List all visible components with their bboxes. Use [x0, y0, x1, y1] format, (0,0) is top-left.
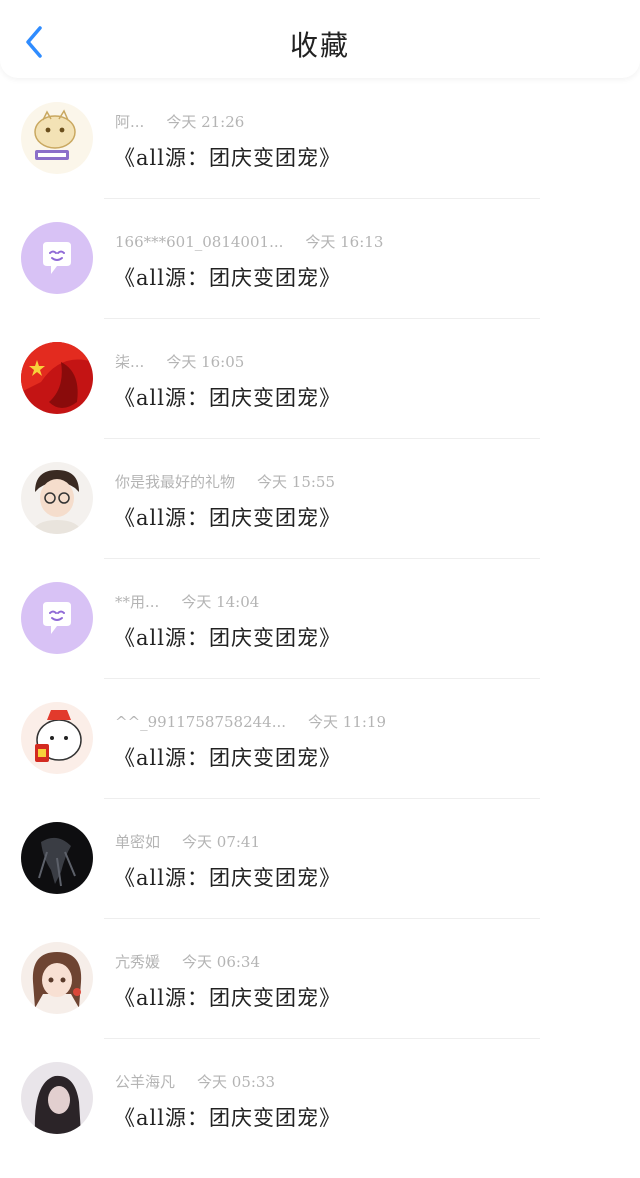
user-name: 166***601_0814001...	[115, 233, 284, 251]
page-title: 收藏	[289, 29, 350, 62]
divider	[104, 918, 540, 919]
divider	[104, 318, 540, 319]
divider	[104, 798, 540, 799]
list-item[interactable]: ^^_9911758758244... 今天 11:19 《all源：团庆变团宠》	[0, 698, 640, 818]
list-item[interactable]: 亢秀媛 今天 06:34 《all源：团庆变团宠》	[0, 938, 640, 1058]
user-name: 单密如	[115, 833, 161, 851]
list-item[interactable]: 166***601_0814001... 今天 16:13 《all源：团庆变团宠…	[0, 218, 640, 338]
list-item[interactable]: 阿... 今天 21:26 《all源：团庆变团宠》	[0, 98, 640, 218]
message-text: 《all源：团庆变团宠》	[114, 506, 341, 530]
user-name: 公羊海凡	[115, 1073, 176, 1091]
timestamp: 今天 15:55	[257, 473, 336, 491]
message-text: 《all源：团庆变团宠》	[114, 866, 341, 890]
timestamp: 今天 06:34	[182, 953, 261, 971]
timestamp: 今天 05:33	[197, 1073, 276, 1091]
avatar[interactable]	[21, 1062, 93, 1134]
list-item[interactable]: 柒... 今天 16:05 《all源：团庆变团宠》	[0, 338, 640, 458]
message-text: 《all源：团庆变团宠》	[114, 386, 341, 410]
divider	[104, 678, 540, 679]
timestamp: 今天 14:04	[181, 593, 260, 611]
user-name: **用...	[115, 593, 160, 611]
avatar[interactable]	[21, 582, 93, 654]
message-text: 《all源：团庆变团宠》	[114, 986, 341, 1010]
avatar[interactable]	[21, 222, 93, 294]
message-text: 《all源：团庆变团宠》	[114, 1106, 341, 1130]
timestamp: 今天 11:19	[308, 713, 387, 731]
divider	[104, 198, 540, 199]
avatar[interactable]	[21, 702, 93, 774]
message-text: 《all源：团庆变团宠》	[114, 626, 341, 650]
list-item[interactable]: 你是我最好的礼物 今天 15:55 《all源：团庆变团宠》	[0, 458, 640, 578]
list-item[interactable]: 公羊海凡 今天 05:33 《all源：团庆变团宠》	[0, 1058, 640, 1178]
avatar[interactable]	[21, 462, 93, 534]
message-text: 《all源：团庆变团宠》	[114, 746, 341, 770]
user-name: 亢秀媛	[115, 953, 161, 971]
message-text: 《all源：团庆变团宠》	[114, 266, 341, 290]
avatar[interactable]	[21, 822, 93, 894]
message-text: 《all源：团庆变团宠》	[114, 146, 341, 170]
avatar[interactable]	[21, 342, 93, 414]
divider	[104, 438, 540, 439]
avatar[interactable]	[21, 942, 93, 1014]
divider	[104, 1038, 540, 1039]
divider	[104, 558, 540, 559]
favorites-list: 阿... 今天 21:26 《all源：团庆变团宠》 166***601_0814…	[0, 98, 640, 1178]
user-name: ^^_9911758758244...	[115, 713, 287, 731]
timestamp: 今天 16:05	[166, 353, 245, 371]
timestamp: 今天 07:41	[182, 833, 261, 851]
timestamp: 今天 21:26	[166, 113, 245, 131]
list-item[interactable]: **用... 今天 14:04 《all源：团庆变团宠》	[0, 578, 640, 698]
top-bar: 收藏	[0, 0, 640, 78]
user-name: 柒...	[115, 353, 145, 371]
list-item[interactable]: 单密如 今天 07:41 《all源：团庆变团宠》	[0, 818, 640, 938]
user-name: 阿...	[115, 113, 145, 131]
avatar[interactable]	[21, 102, 93, 174]
timestamp: 今天 16:13	[305, 233, 384, 251]
user-name: 你是我最好的礼物	[115, 473, 236, 491]
